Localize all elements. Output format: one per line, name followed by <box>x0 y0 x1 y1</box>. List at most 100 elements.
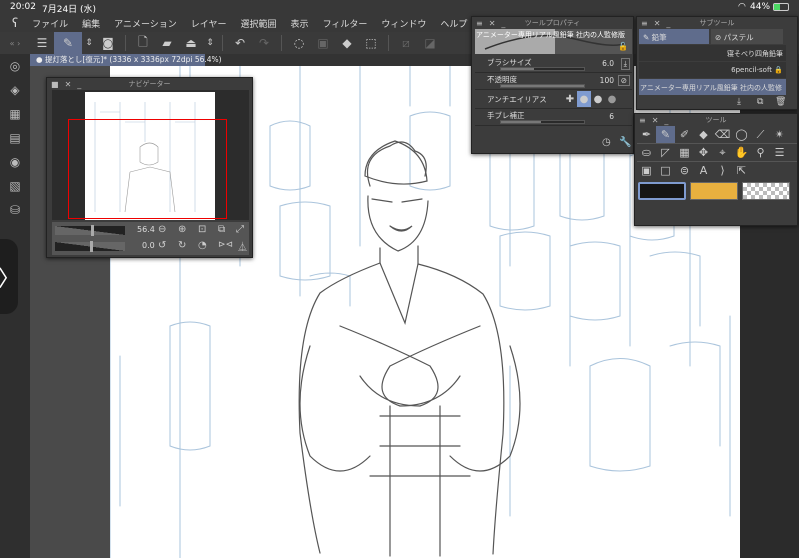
chevron-updown-icon[interactable]: ⇕ <box>203 32 217 54</box>
zoom-slider[interactable] <box>55 225 125 236</box>
ruler-icon[interactable]: ◸ <box>656 144 675 161</box>
gradient-icon[interactable]: ▣ <box>637 162 656 179</box>
actual-size-icon[interactable]: ⧉ <box>218 224 225 235</box>
pencil-icon[interactable]: ✎ <box>656 126 675 143</box>
document-tab[interactable]: ● 提灯落とし[復元]* (3336 x 3336px 72dpi 56.4%) <box>30 54 222 66</box>
eyedropper-icon[interactable]: ⟋ <box>751 126 770 143</box>
more-icon[interactable]: ☰ <box>770 144 789 161</box>
app-logo-icon[interactable]: ʕ <box>12 16 18 30</box>
transparent-color-swatch[interactable] <box>742 182 790 200</box>
lock-open-icon[interactable]: 🔓 <box>618 42 628 51</box>
tab-pastel[interactable]: ⊘ パステル <box>711 29 783 44</box>
panel-title: サブツール <box>699 19 735 27</box>
brush-size-row[interactable]: ブラシサイズ 6.0 ⤓ <box>475 56 632 73</box>
zoom-out-icon[interactable]: ⊖ <box>158 224 166 235</box>
subtool-item[interactable]: 寝そべり四角鉛筆 <box>639 45 786 61</box>
menu-filter[interactable]: フィルター <box>323 17 368 30</box>
text-icon[interactable]: A <box>694 162 713 179</box>
add-to-set-icon[interactable]: ⤓ <box>737 97 741 107</box>
download-icon[interactable]: ⤓ <box>620 58 630 70</box>
zoom-icon[interactable]: ⚲ <box>751 144 770 161</box>
frame-icon[interactable]: ▦ <box>675 144 694 161</box>
menu-animation[interactable]: アニメーション <box>114 17 177 30</box>
rotate-right-icon[interactable]: ↻ <box>178 240 186 251</box>
layer-property-icon[interactable]: ◉ <box>0 150 30 174</box>
menu-file[interactable]: ファイル <box>32 17 68 30</box>
decoration-icon[interactable]: ⛀ <box>637 144 656 161</box>
battery-percent: 44% <box>750 2 771 12</box>
transform-icon[interactable]: ⬚ <box>359 32 383 54</box>
main-color-swatch[interactable] <box>638 182 686 200</box>
chevron-updown-icon[interactable]: ⇕ <box>82 32 96 54</box>
wrench-icon[interactable]: 🔧 <box>619 137 631 148</box>
move-icon[interactable]: ✥ <box>694 144 713 161</box>
eraser-icon[interactable]: ⌫ <box>713 126 732 143</box>
navigator-preview[interactable] <box>52 90 249 220</box>
open-folder-icon[interactable]: ▰ <box>155 32 179 54</box>
fill-icon[interactable]: ◆ <box>694 126 713 143</box>
stabilization-row[interactable]: 手ブレ補正 6 <box>475 109 632 126</box>
subtool-item[interactable]: 6pencil-soft 🔒 <box>639 62 786 78</box>
zoom-in-icon[interactable]: ⊕ <box>178 224 186 235</box>
pen-icon[interactable]: ✒ <box>637 126 656 143</box>
menu-window[interactable]: ウィンドウ <box>381 17 426 30</box>
view-frame[interactable] <box>68 119 227 219</box>
fit-window-icon[interactable]: ⤢ <box>236 224 244 235</box>
operation-icon[interactable]: ⇱ <box>732 162 751 179</box>
line-correction-icon[interactable]: ⟩ <box>713 162 732 179</box>
object-icon[interactable]: ⌖ <box>713 144 732 161</box>
rotation-slider[interactable] <box>55 241 125 252</box>
antialias-strong-icon[interactable]: ● <box>605 91 619 107</box>
balloon-icon[interactable]: ⊜ <box>675 162 694 179</box>
sub-color-swatch[interactable] <box>690 182 738 200</box>
collapse-icon[interactable]: « › <box>0 32 30 54</box>
brush-icon[interactable]: ✐ <box>675 126 694 143</box>
deselect-icon[interactable]: ◌ <box>287 32 311 54</box>
tab-pencil[interactable]: ✎ 鉛筆 <box>639 29 709 44</box>
menu-help[interactable]: ヘルプ <box>440 17 467 30</box>
shape-icon[interactable]: □ <box>656 162 675 179</box>
flip-horizontal-icon[interactable]: ⊳⊲ <box>218 240 233 250</box>
layers-icon[interactable]: ◈ <box>0 78 30 102</box>
menu-edit[interactable]: 編集 <box>82 17 100 30</box>
rotate-left-icon[interactable]: ↺ <box>158 240 166 251</box>
menu-icon[interactable]: ☰ <box>30 32 54 54</box>
material-icon[interactable]: ▧ <box>0 174 30 198</box>
lasso-icon[interactable]: ◯ <box>732 126 751 143</box>
hand-icon[interactable]: ✋ <box>732 144 751 161</box>
menu-layer[interactable]: レイヤー <box>191 17 227 30</box>
menu-view[interactable]: 表示 <box>291 17 309 30</box>
crop-icon[interactable]: ⧄ <box>394 32 418 54</box>
antialias-weak-icon[interactable]: ● <box>577 91 591 107</box>
antialias-medium-icon[interactable]: ● <box>591 91 605 107</box>
antialias-row[interactable]: アンチエイリアス ✚ ● ● ● <box>475 90 632 109</box>
antialias-none-icon[interactable]: ✚ <box>563 91 577 107</box>
trash-icon[interactable]: 🗑 <box>775 97 786 107</box>
timeline-icon[interactable]: ▤ <box>0 126 30 150</box>
save-icon[interactable]: ⏏ <box>179 32 203 54</box>
clock-icon[interactable]: ◷ <box>602 137 611 148</box>
edit-mode-icon[interactable]: ✎ <box>54 32 82 54</box>
clear-icon[interactable]: ▣ <box>311 32 335 54</box>
subtool-item-selected[interactable]: アニメーター専用リアル風鉛筆 社内の人監修 <box>639 79 786 95</box>
reset-rotation-icon[interactable]: ◔ <box>198 240 207 251</box>
fill-icon[interactable]: ◆ <box>335 32 359 54</box>
opacity-row[interactable]: 不透明度 100 ⊘ <box>475 73 632 90</box>
stabilization-value: 6 <box>609 112 614 121</box>
undo-icon[interactable]: ↶ <box>228 32 252 54</box>
companion-icon[interactable]: ◙ <box>96 32 120 54</box>
pressure-icon[interactable]: ⊘ <box>617 75 630 86</box>
expand-panel-handle[interactable]: 〉 <box>0 239 20 314</box>
flip-vertical-icon[interactable]: ⏅ <box>238 240 247 253</box>
color-set-icon[interactable]: ▦ <box>0 102 30 126</box>
tone-icon[interactable]: ◪ <box>418 32 442 54</box>
subtool-name: アニメーター専用リアル風鉛筆 社内の人監修 <box>640 84 783 92</box>
magic-wand-icon[interactable]: ✴ <box>770 126 789 143</box>
new-file-icon[interactable]: 🗋 <box>131 32 155 54</box>
fit-icon[interactable]: ⊡ <box>198 224 206 235</box>
layer-search-icon[interactable]: ⛁ <box>0 198 30 222</box>
navigator-icon[interactable]: ◎ <box>0 54 30 78</box>
redo-icon[interactable]: ↷ <box>252 32 276 54</box>
duplicate-icon[interactable]: ⧉ <box>757 97 763 107</box>
menu-selection[interactable]: 選択範囲 <box>241 17 277 30</box>
